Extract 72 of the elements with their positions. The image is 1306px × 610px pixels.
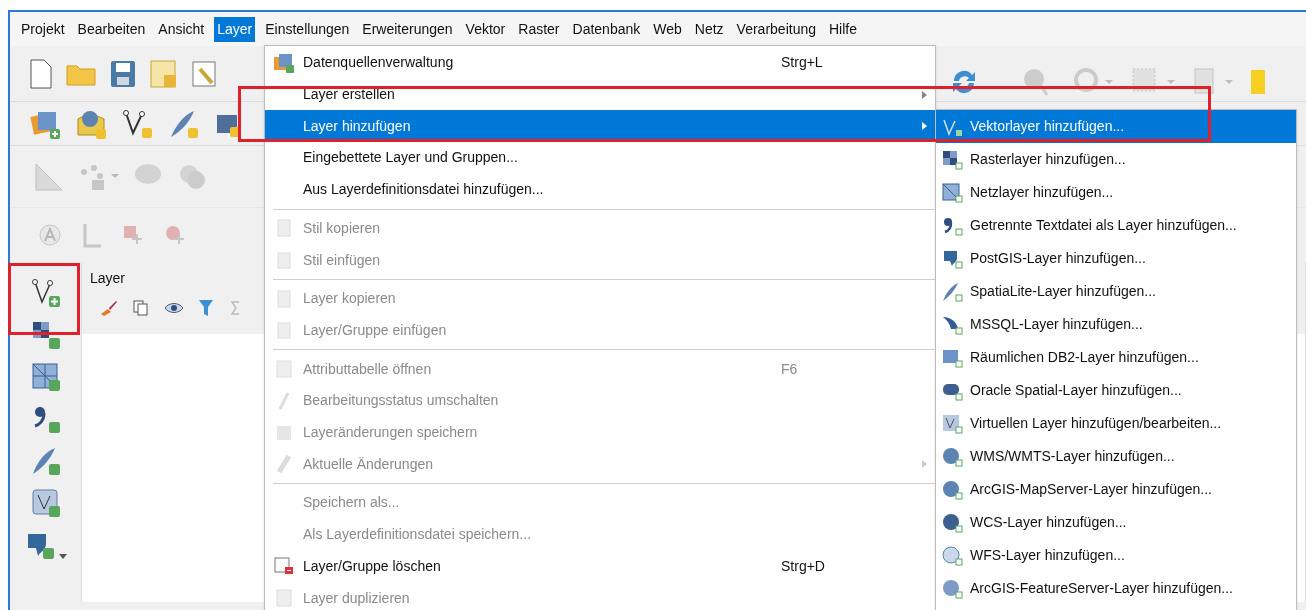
remove-layer-icon [274, 557, 294, 576]
menu-entry[interactable]: MSSQL-Layer hinzufügen... [936, 308, 1296, 341]
add-vector-layer-icon[interactable] [30, 276, 61, 308]
document-icon [276, 589, 292, 608]
feather-icon [942, 281, 964, 302]
menu-entry[interactable]: Layer erstellen [265, 78, 935, 111]
pencil-icon [278, 391, 290, 410]
copy-layers-icon[interactable] [132, 299, 150, 317]
globe-icon [942, 512, 964, 533]
menu-entry[interactable]: Netzlayer hinzufügen... [936, 176, 1296, 209]
menu-item[interactable]: Vektor [462, 16, 509, 42]
menu-item[interactable]: Projekt [18, 16, 68, 42]
mesh-icon [942, 182, 964, 203]
document-icon [277, 289, 291, 308]
menu-item[interactable]: Netz [691, 16, 727, 42]
globe-icon [942, 479, 964, 500]
add-mesh-layer-icon[interactable] [30, 362, 61, 392]
menu-item[interactable]: Hilfe [826, 16, 860, 42]
menu-entry[interactable]: Virtuellen Layer hinzufügen/bearbeiten... [936, 407, 1296, 440]
menu-entry[interactable]: Rasterlayer hinzufügen... [936, 143, 1296, 176]
menu-entry[interactable]: PostGIS-Layer hinzufügen... [936, 242, 1296, 275]
menu-item[interactable]: Einstellungen [262, 16, 353, 42]
globe-icon [942, 446, 964, 467]
highlight-frame [8, 263, 80, 335]
menu-entry[interactable]: SpatiaLite-Layer hinzufügen... [936, 275, 1296, 308]
panel-title: Layer [90, 269, 127, 288]
submenu-arrow-icon [922, 460, 927, 469]
globe-icon [942, 578, 964, 599]
submenu-arrow-icon [922, 122, 927, 131]
menu-entry[interactable]: WMS/WMTS-Layer hinzufügen... [936, 440, 1296, 473]
menu-entry[interactable]: ArcGIS-FeatureServer-Layer hinzufügen... [936, 572, 1296, 605]
add-virtual-layer-icon[interactable] [30, 488, 61, 518]
menu-entry[interactable]: Datenquellenverwaltung Strg+L [265, 47, 935, 79]
globe-icon [942, 545, 964, 566]
comma-icon [942, 215, 964, 236]
database-icon [942, 347, 964, 368]
menu-entry[interactable]: Eingebettete Layer und Gruppen... [265, 142, 935, 174]
label-a-icon[interactable] [38, 223, 62, 247]
menu-item[interactable]: Ansicht [155, 16, 208, 42]
add-raster-layer-icon[interactable] [30, 320, 61, 350]
menu-entry[interactable]: Layer/Gruppe löschen Strg+D [265, 550, 935, 583]
menu-entry[interactable]: Vektorlayer hinzufügen... [936, 110, 1296, 143]
eye-icon[interactable] [164, 300, 184, 316]
document-icon [277, 219, 291, 238]
menu-entry[interactable]: WFS-Layer hinzufügen... [936, 539, 1296, 572]
menu-entry[interactable]: Aus Layerdefinitionsdatei hinzufügen... [265, 173, 935, 206]
vector-vertex-icon[interactable] [122, 108, 154, 139]
filter-icon[interactable] [198, 299, 214, 317]
submenu-arrow-icon [922, 90, 927, 99]
new-file-icon[interactable] [30, 58, 52, 89]
menu-entry[interactable]: Oracle Spatial-Layer hinzufügen... [936, 374, 1296, 407]
menu-item[interactable]: Bearbeiten [74, 16, 149, 42]
checker-icon [942, 149, 964, 170]
paint-brush-icon[interactable] [100, 300, 118, 316]
menu-entry[interactable]: WCS-Layer hinzufügen... [936, 506, 1296, 539]
menu-entry[interactable]: Getrennte Textdatei als Layer hinzufügen... [936, 209, 1296, 242]
virtual-layer-icon [942, 413, 964, 434]
menu-item[interactable]: Verarbeitung [733, 16, 819, 42]
menu-item[interactable]: Erweiterungen [359, 16, 456, 42]
pencil-icon [277, 455, 291, 474]
menu-item[interactable]: Web [650, 16, 685, 42]
feather-icon[interactable] [168, 108, 200, 139]
globe-box-icon[interactable] [76, 108, 108, 139]
menu-item[interactable]: Layer [214, 16, 256, 42]
fin-icon [942, 314, 964, 335]
dropdown-caret-icon[interactable] [58, 554, 67, 560]
add-spatialite-layer-icon[interactable] [30, 446, 61, 476]
menu-item[interactable]: Raster [515, 16, 563, 42]
menu-entry[interactable]: ArcGIS-MapServer-Layer hinzufügen... [936, 473, 1296, 506]
menu-item[interactable]: Datenbank [569, 16, 644, 42]
menu-entry[interactable]: Räumlichen DB2-Layer hinzufügen... [936, 341, 1296, 374]
layers-icon [273, 52, 295, 73]
